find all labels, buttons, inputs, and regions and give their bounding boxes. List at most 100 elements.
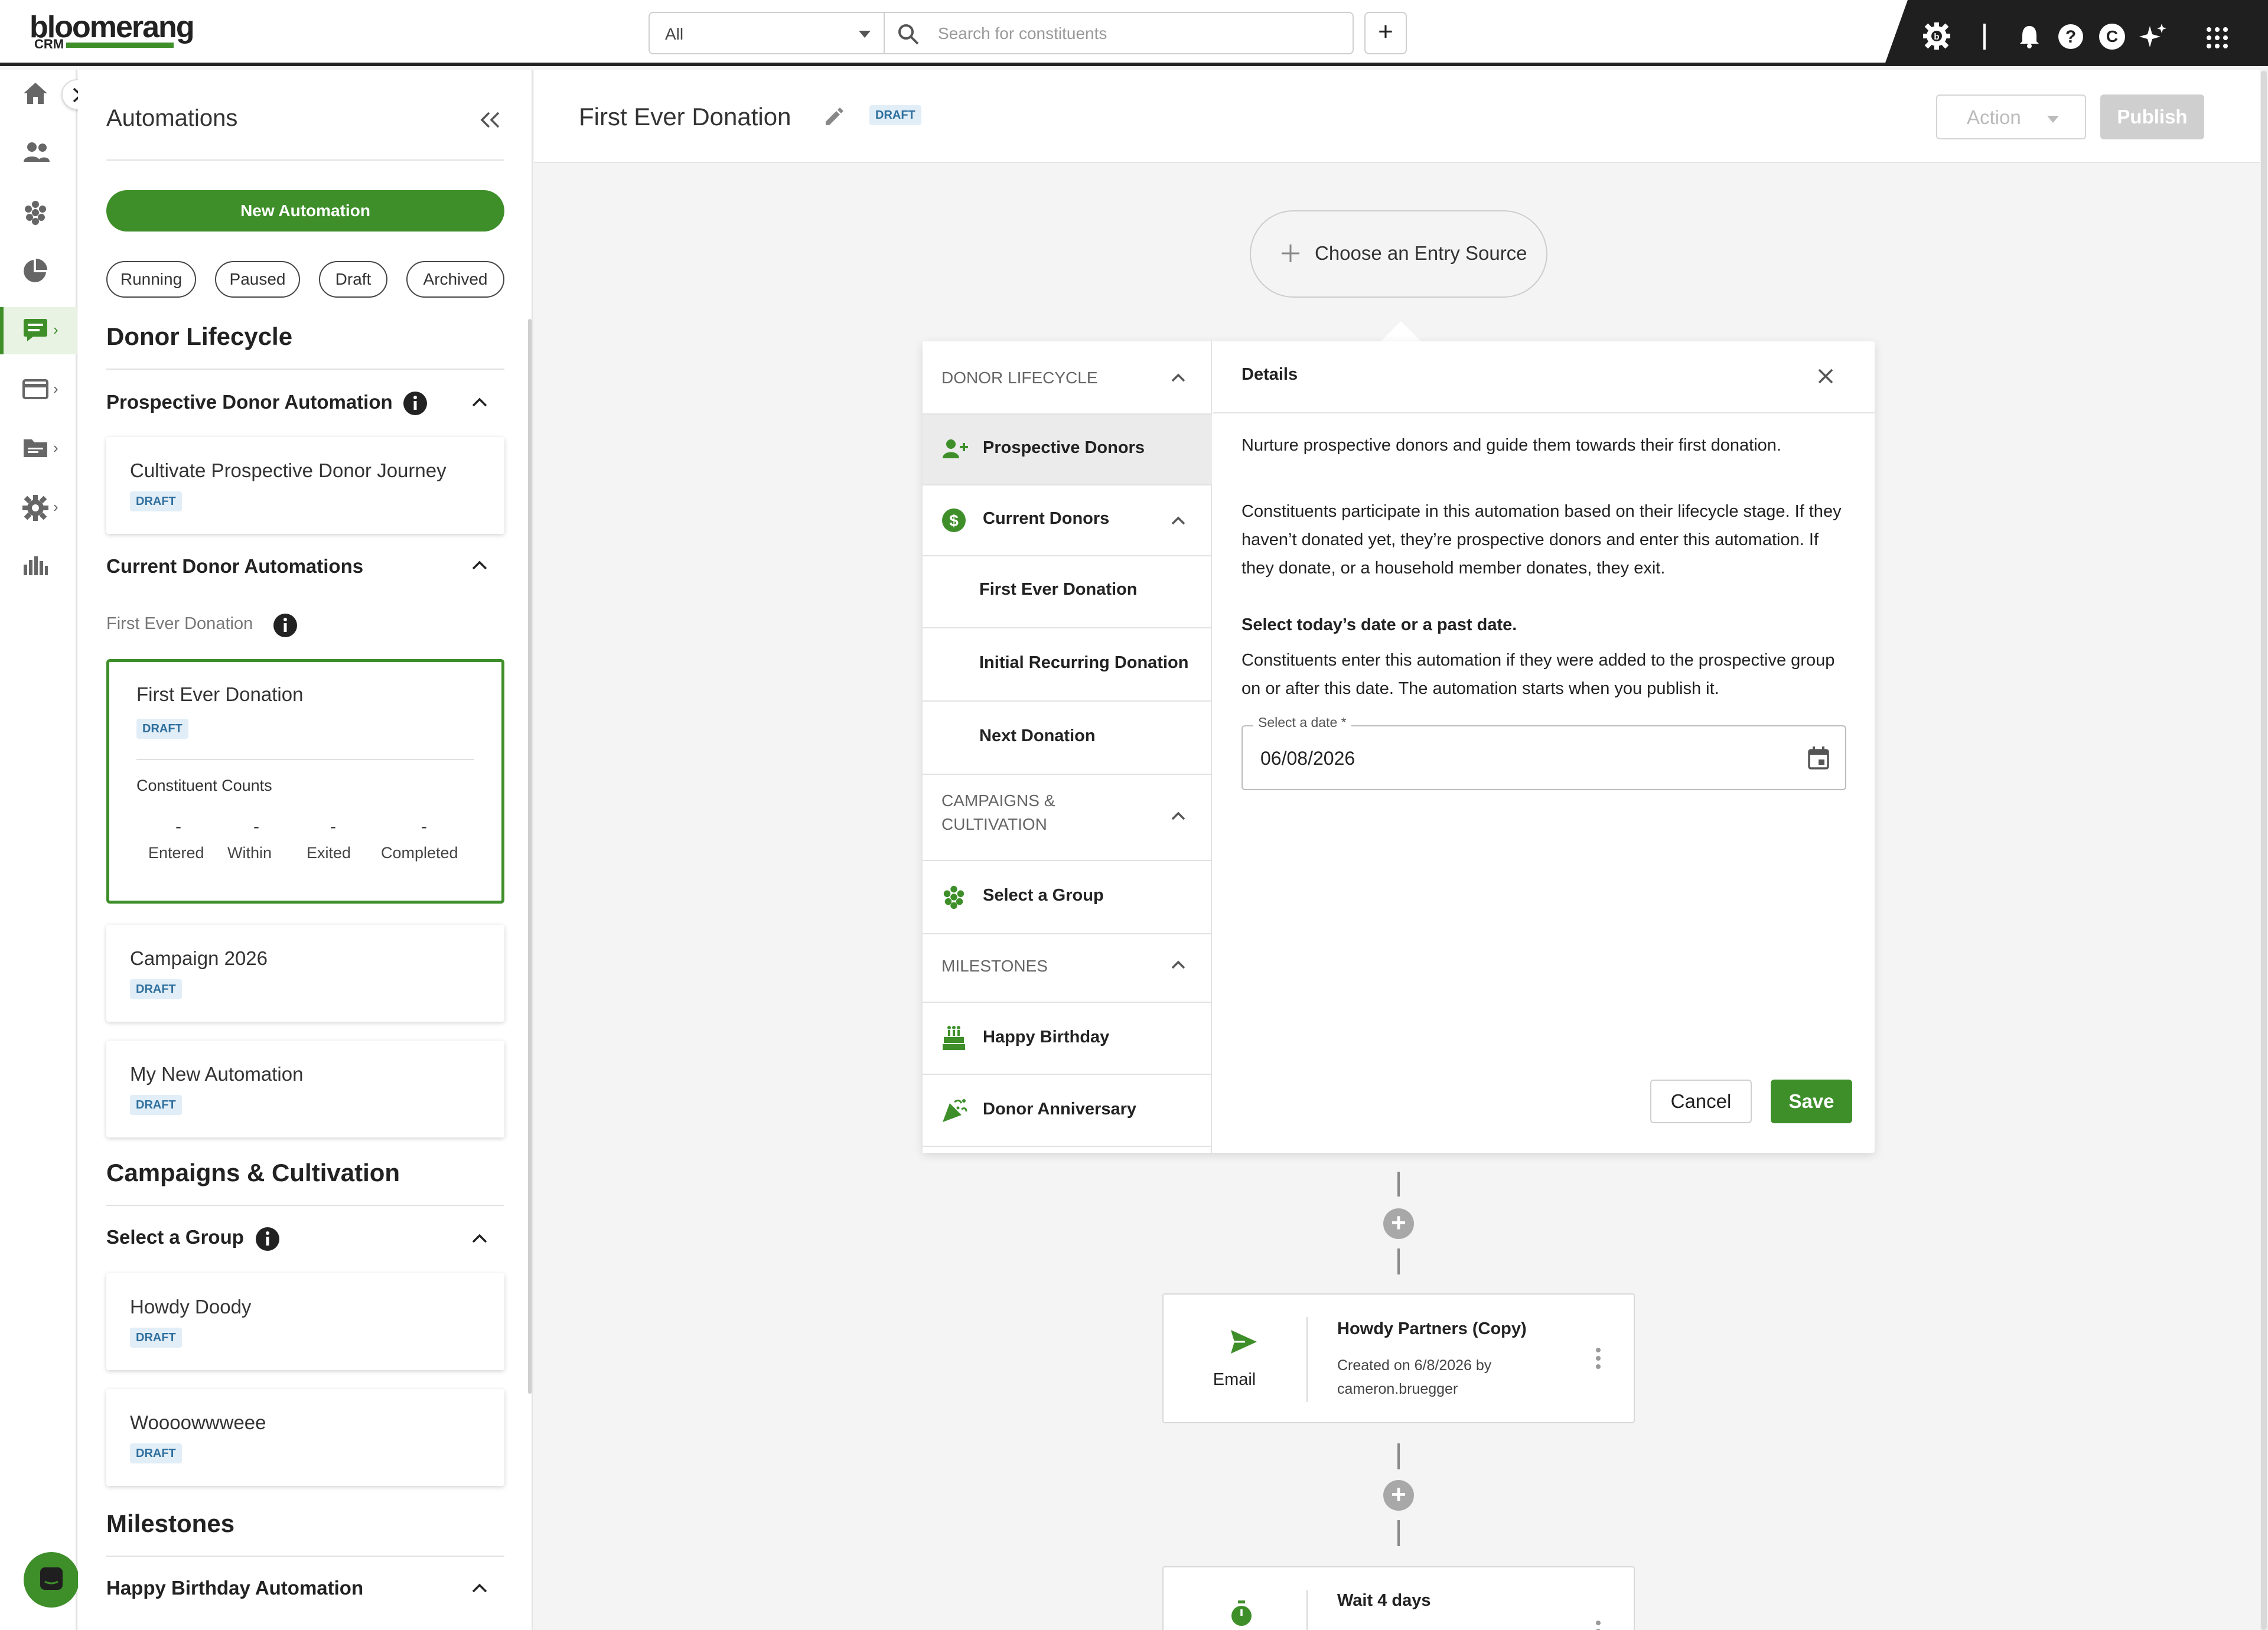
filter-chip-archived[interactable]: Archived bbox=[406, 261, 504, 298]
add-person-icon bbox=[943, 439, 968, 458]
publish-button[interactable]: Publish bbox=[2100, 94, 2204, 139]
chevron-up-icon[interactable] bbox=[1171, 373, 1186, 383]
chevron-up-icon[interactable] bbox=[471, 1233, 488, 1244]
status-badge: DRAFT bbox=[130, 1328, 182, 1348]
automations-panel-title: Automations bbox=[106, 105, 238, 131]
entry-option-donor-anniversary[interactable]: Donor Anniversary bbox=[923, 1074, 1212, 1147]
flow-connector bbox=[1397, 1443, 1400, 1469]
close-icon[interactable] bbox=[1817, 367, 1834, 385]
chevron-up-icon[interactable] bbox=[471, 560, 488, 570]
chevron-up-icon[interactable] bbox=[471, 397, 488, 407]
category-milestones[interactable]: MILESTONES bbox=[941, 954, 1048, 978]
automation-card[interactable]: My New Automation DRAFT bbox=[106, 1041, 504, 1137]
section-heading-donor-lifecycle: Donor Lifecycle bbox=[106, 322, 293, 350]
group-heading-current-donors[interactable]: Current Donor Automations bbox=[106, 555, 363, 578]
automation-card[interactable]: Campaign 2026 DRAFT bbox=[106, 925, 504, 1022]
filter-chip-draft[interactable]: Draft bbox=[319, 261, 387, 298]
notification-bell-icon[interactable] bbox=[2019, 25, 2040, 48]
save-button[interactable]: Save bbox=[1771, 1080, 1852, 1123]
quick-add-button[interactable]: + bbox=[1364, 12, 1407, 54]
filter-chip-running[interactable]: Running bbox=[106, 261, 196, 298]
more-options-icon[interactable] bbox=[1595, 1619, 1602, 1630]
info-icon[interactable] bbox=[273, 613, 298, 638]
entry-option-select-group[interactable]: Select a Group bbox=[923, 860, 1212, 933]
choose-entry-source-button[interactable]: Choose an Entry Source bbox=[1250, 210, 1547, 298]
groups-icon[interactable] bbox=[22, 200, 48, 226]
date-description: Constituents enter this automation if th… bbox=[1241, 651, 1835, 698]
cancel-button[interactable]: Cancel bbox=[1650, 1080, 1752, 1123]
group-heading-select-group[interactable]: Select a Group bbox=[106, 1226, 244, 1248]
entry-option-current-donors[interactable]: $ Current Donors bbox=[923, 484, 1212, 555]
entry-option-next-donation[interactable]: Next Donation bbox=[923, 700, 1212, 774]
calendar-icon[interactable] bbox=[1807, 746, 1830, 770]
settings-icon[interactable] bbox=[22, 495, 48, 521]
svg-text:$: $ bbox=[949, 511, 959, 530]
analytics-icon[interactable] bbox=[22, 555, 48, 576]
app-grid-icon[interactable] bbox=[2205, 26, 2229, 50]
add-step-button[interactable]: + bbox=[1383, 1480, 1414, 1511]
info-icon[interactable] bbox=[403, 391, 428, 416]
info-icon[interactable] bbox=[255, 1227, 280, 1251]
chevron-up-icon[interactable] bbox=[1171, 960, 1186, 970]
settings-expand-caret[interactable]: › bbox=[53, 498, 58, 516]
entry-option-initial-recurring-donation[interactable]: Initial Recurring Donation bbox=[923, 627, 1212, 700]
date-field[interactable]: 06/08/2026 bbox=[1241, 725, 1846, 790]
automations-icon[interactable] bbox=[22, 318, 48, 341]
list-scrollbar[interactable] bbox=[528, 319, 532, 1394]
constituents-icon[interactable] bbox=[22, 141, 51, 164]
group-heading-happy-birthday[interactable]: Happy Birthday Automation bbox=[106, 1577, 363, 1599]
entry-option-label: Next Donation bbox=[979, 726, 1096, 745]
group-heading-prospective[interactable]: Prospective Donor Automation bbox=[106, 391, 393, 413]
chevron-up-icon[interactable] bbox=[1171, 516, 1186, 526]
send-email-icon bbox=[1231, 1330, 1257, 1354]
home-icon[interactable] bbox=[22, 82, 48, 105]
entry-option-prospective-donors[interactable]: Prospective Donors bbox=[923, 413, 1212, 484]
groups-icon bbox=[943, 885, 964, 909]
settings-icon[interactable]: b bbox=[1922, 21, 1951, 51]
divider bbox=[106, 369, 504, 370]
automation-card[interactable]: Cultivate Prospective Donor Journey DRAF… bbox=[106, 437, 504, 534]
count-completed-label: Completed bbox=[381, 844, 458, 862]
category-donor-lifecycle[interactable]: DONOR LIFECYCLE bbox=[941, 366, 1098, 390]
more-options-icon[interactable] bbox=[1595, 1347, 1602, 1370]
files-icon[interactable] bbox=[22, 437, 48, 458]
count-entered-label: Entered bbox=[148, 844, 204, 862]
payments-icon[interactable] bbox=[22, 379, 48, 399]
divider bbox=[106, 1556, 504, 1557]
automations-expand-caret[interactable]: › bbox=[53, 321, 58, 339]
search-scope-select[interactable]: All bbox=[649, 12, 885, 54]
flow-connector bbox=[1397, 1172, 1400, 1197]
main-scrollbar[interactable] bbox=[2261, 71, 2267, 1630]
status-badge: DRAFT bbox=[130, 491, 182, 511]
category-campaigns[interactable]: CAMPAIGNS & CULTIVATION bbox=[941, 789, 1119, 836]
status-badge: DRAFT bbox=[136, 719, 188, 739]
files-expand-caret[interactable]: › bbox=[53, 439, 58, 457]
action-menu-button[interactable]: Action bbox=[1936, 94, 2086, 139]
automation-card[interactable]: Woooowwweee DRAFT bbox=[106, 1389, 504, 1486]
filter-chip-paused[interactable]: Paused bbox=[215, 261, 300, 298]
entry-option-happy-birthday[interactable]: Happy Birthday bbox=[923, 1002, 1212, 1074]
svg-text:?: ? bbox=[2065, 27, 2076, 47]
step-created-meta: Created on 6/8/2026 by cameron.bruegger bbox=[1337, 1357, 1492, 1397]
flow-step-card-email[interactable]: Email Howdy Partners (Copy) Created on 6… bbox=[1162, 1293, 1635, 1423]
reports-icon[interactable] bbox=[22, 259, 47, 283]
collapse-panel-icon[interactable] bbox=[480, 111, 501, 129]
chevron-up-icon[interactable] bbox=[1171, 811, 1186, 821]
chevron-up-icon[interactable] bbox=[471, 1583, 488, 1593]
add-step-button[interactable]: + bbox=[1383, 1208, 1414, 1239]
constituent-counts-label: Constituent Counts bbox=[136, 777, 272, 794]
popover-arrow bbox=[1381, 321, 1421, 341]
user-avatar[interactable]: C bbox=[2099, 24, 2125, 50]
search-input[interactable] bbox=[938, 21, 1340, 46]
divider bbox=[1213, 412, 1875, 413]
automation-card[interactable]: Howdy Doody DRAFT bbox=[106, 1273, 504, 1370]
flow-step-card-wait[interactable]: Wait 4 days bbox=[1162, 1566, 1635, 1630]
chat-support-button[interactable] bbox=[24, 1552, 79, 1608]
entry-option-first-ever-donation[interactable]: First Ever Donation bbox=[923, 555, 1212, 627]
selected-automation-card[interactable]: First Ever Donation DRAFT Constituent Co… bbox=[106, 659, 504, 904]
help-icon[interactable]: ? bbox=[2058, 24, 2084, 50]
payments-expand-caret[interactable]: › bbox=[53, 380, 58, 398]
ai-sparkle-icon[interactable] bbox=[2139, 22, 2168, 51]
new-automation-button[interactable]: New Automation bbox=[106, 190, 504, 232]
edit-pencil-icon[interactable] bbox=[823, 106, 845, 128]
